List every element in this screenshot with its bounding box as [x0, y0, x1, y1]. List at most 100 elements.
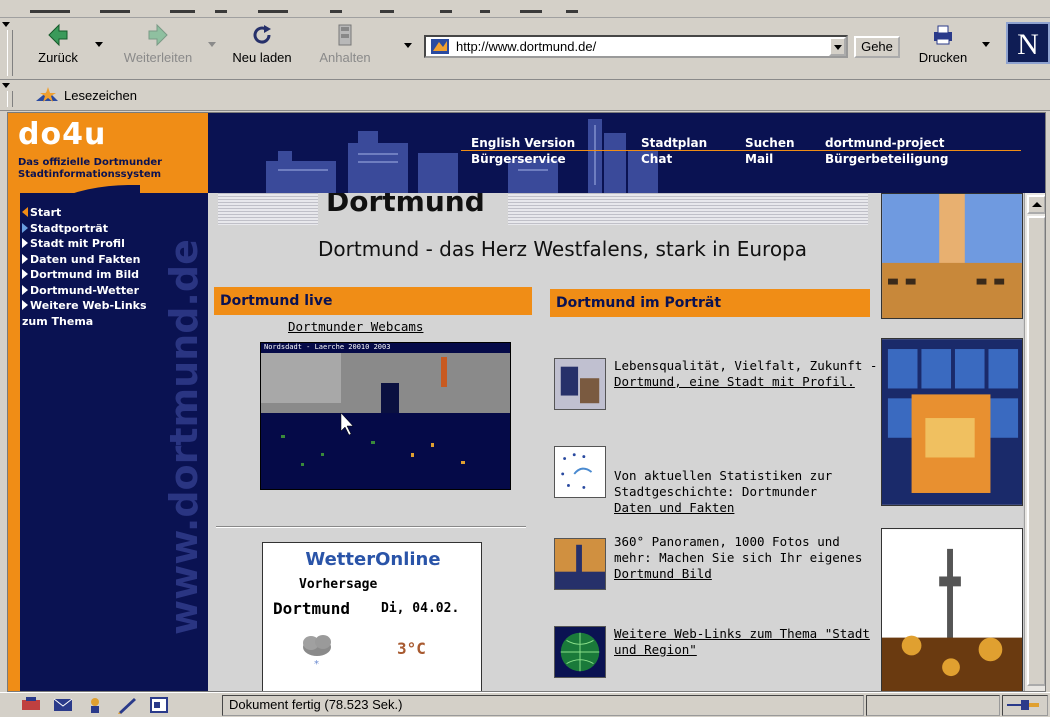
side-nav-label: Weitere Web-Links	[30, 299, 147, 312]
url-value[interactable]: http://www.dortmund.de/	[456, 39, 596, 54]
side-nav-dortmund-im-bild[interactable]: Dortmund im Bild	[22, 267, 147, 283]
portrait-text: 360° Panoramen, 1000 Fotos und mehr: Mac…	[614, 534, 863, 565]
bookmarks-collapse-icon[interactable]	[2, 83, 10, 88]
component-bar	[20, 696, 170, 714]
side-nav: Start Stadtporträt Stadt mit Profil Date…	[22, 205, 147, 329]
scroll-thumb[interactable]	[1027, 216, 1045, 686]
weather-date: Di, 04.02.	[381, 601, 460, 616]
wetteronline-logo: WetterOnline	[305, 549, 441, 570]
side-nav-label: Stadt mit Profil	[30, 237, 125, 250]
bild-thumbnail[interactable]	[554, 538, 606, 590]
reload-button[interactable]: Neu laden	[230, 22, 294, 78]
portrait-text: Von aktuellen Statistiken zur Stadtgesch…	[614, 468, 833, 499]
photo-tv-tower[interactable]	[881, 528, 1023, 692]
portrait-item-text: Von aktuellen Statistiken zur Stadtgesch…	[614, 468, 878, 516]
bookmarks-icon	[36, 87, 58, 102]
portrait-link[interactable]: Weitere Web-Links zum Thema "Stadt und R…	[614, 626, 870, 657]
top-nav-col-1: English Version Bürgerservice	[471, 135, 575, 167]
print-label: Drucken	[918, 50, 968, 65]
site-sidebar: do4u Das offizielle Dortmunder Stadtinfo…	[8, 113, 208, 691]
daten-thumbnail[interactable]	[554, 446, 606, 498]
logo-subtitle-line-2: Stadtinformationssystem	[18, 169, 162, 180]
side-nav-stadtportraet[interactable]: Stadtporträt	[22, 221, 147, 237]
portrait-link[interactable]: Dortmund Bild	[614, 566, 712, 581]
toolbar-grip[interactable]	[7, 30, 13, 76]
bookmarks-button[interactable]: Lesezeichen	[36, 87, 137, 103]
webcam-picture	[261, 353, 510, 489]
portrait-heading: Dortmund im Porträt	[550, 289, 870, 317]
photo-glass-building[interactable]	[881, 338, 1023, 506]
side-nav-label: zum Thema	[22, 314, 94, 328]
nav-dortmund-project[interactable]: dortmund-project	[825, 135, 948, 151]
print-button[interactable]: Drucken	[914, 22, 972, 78]
watermark-text: www.dortmund.de	[162, 239, 206, 635]
vertical-scrollbar[interactable]	[1024, 193, 1045, 691]
bookmarks-grip[interactable]	[7, 91, 13, 107]
portrait-link[interactable]: Daten und Fakten	[614, 500, 734, 515]
site-logo[interactable]: do4u	[18, 117, 106, 152]
site-banner: English Version Bürgerservice Stadtplan …	[208, 113, 1045, 193]
bookmarks-toolbar: Lesezeichen	[0, 81, 1050, 111]
page-viewport: do4u Das offizielle Dortmunder Stadtinfo…	[7, 112, 1046, 692]
url-field[interactable]: http://www.dortmund.de/	[424, 35, 848, 58]
side-nav-web-links[interactable]: Weitere Web-Links	[22, 298, 147, 314]
nav-stadtplan[interactable]: Stadtplan	[641, 135, 707, 151]
site-watermark: www.dortmund.de	[162, 205, 206, 635]
side-nav-label: Stadtporträt	[30, 221, 108, 235]
stop-icon	[338, 24, 352, 46]
back-dropdown-icon[interactable]	[95, 42, 103, 47]
side-nav-label: Dortmund-Wetter	[30, 283, 140, 297]
scroll-up-icon[interactable]	[1027, 195, 1045, 214]
weather-widget[interactable]: WetterOnline Vorhersage Dortmund Di, 04.…	[262, 542, 482, 691]
side-nav-daten-und-fakten[interactable]: Daten und Fakten	[22, 252, 147, 268]
portrait-link[interactable]: Dortmund, eine Stadt mit Profil.	[614, 374, 855, 389]
forward-button[interactable]: Weiterleiten	[116, 22, 200, 78]
nav-buergerbeteiligung[interactable]: Bürgerbeteiligung	[825, 151, 948, 167]
toolbar-collapse-icon[interactable]	[2, 22, 10, 27]
side-nav-stadt-mit-profil[interactable]: Stadt mit Profil	[22, 236, 147, 252]
history-dropdown-icon[interactable]	[404, 43, 412, 48]
forward-dropdown-icon[interactable]	[208, 42, 216, 47]
url-dropdown-icon[interactable]	[829, 37, 846, 56]
webcam-image[interactable]: Nordsdadt - Laerche 20010 2003	[260, 342, 511, 490]
online-status-icon[interactable]	[1002, 695, 1048, 716]
globe-thumbnail[interactable]	[554, 626, 606, 678]
back-button[interactable]: Zurück	[30, 22, 86, 78]
reload-icon	[253, 25, 271, 44]
top-nav-col-2: Stadtplan Chat	[641, 135, 707, 167]
nav-mail[interactable]: Mail	[745, 151, 795, 167]
photo-tower-closeup[interactable]	[881, 193, 1023, 319]
go-button[interactable]: Gehe	[854, 36, 900, 58]
svg-text:*: *	[314, 659, 319, 670]
status-progress	[866, 695, 1000, 716]
navigator-icon[interactable]	[20, 696, 42, 714]
side-nav-label: Daten und Fakten	[30, 252, 141, 266]
skyline-image	[208, 113, 668, 193]
top-nav-col-3: Suchen Mail	[745, 135, 795, 167]
nav-english-version[interactable]: English Version	[471, 135, 575, 151]
side-nav-dortmund-wetter[interactable]: Dortmund-Wetter	[22, 283, 147, 299]
forward-arrow-icon	[148, 23, 168, 47]
bookmarks-label: Lesezeichen	[64, 87, 137, 103]
triangle-icon	[22, 222, 28, 233]
side-nav-web-links-continued[interactable]: zum Thema	[22, 314, 147, 330]
main-content: Dortmund Dortmund - das Herz Westfalens,…	[208, 193, 878, 691]
side-nav-start[interactable]: Start	[22, 205, 147, 221]
connection-plug-icon	[1007, 700, 1039, 710]
stop-button[interactable]: Anhalten	[315, 22, 375, 78]
site-icon	[431, 39, 449, 54]
nav-buergerservice[interactable]: Bürgerservice	[471, 151, 575, 167]
webcam-link[interactable]: Dortmunder Webcams	[288, 319, 423, 334]
nav-chat[interactable]: Chat	[641, 151, 707, 167]
menu-strip	[0, 0, 1050, 18]
side-nav-label: Start	[30, 206, 62, 219]
print-dropdown-icon[interactable]	[982, 42, 990, 47]
profil-thumbnail[interactable]	[554, 358, 606, 410]
triangle-icon	[22, 284, 28, 295]
instant-messenger-icon[interactable]	[84, 696, 106, 714]
nav-suchen[interactable]: Suchen	[745, 135, 795, 151]
address-book-icon[interactable]	[148, 696, 170, 714]
mail-icon[interactable]	[52, 696, 74, 714]
composer-icon[interactable]	[116, 696, 138, 714]
site-logo-subtitle: Das offizielle Dortmunder Stadtinformati…	[18, 157, 208, 181]
